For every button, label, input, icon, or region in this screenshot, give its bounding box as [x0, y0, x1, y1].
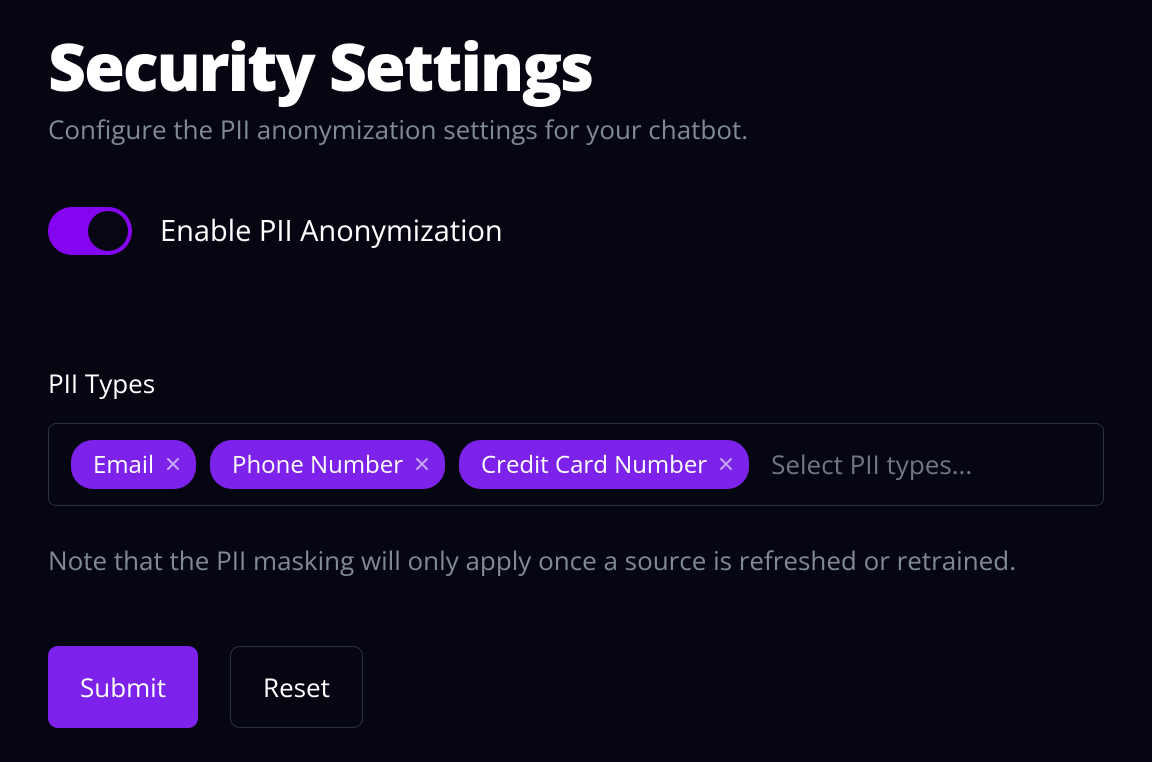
- submit-button[interactable]: Submit: [48, 646, 198, 728]
- remove-chip-icon[interactable]: [166, 457, 180, 471]
- toggle-knob: [88, 211, 128, 251]
- pii-type-chip-label: Credit Card Number: [481, 448, 707, 481]
- pii-type-chip: Credit Card Number: [459, 440, 749, 489]
- remove-chip-icon[interactable]: [415, 457, 429, 471]
- form-actions: Submit Reset: [48, 646, 1104, 728]
- pii-types-input[interactable]: [763, 442, 1081, 486]
- pii-anonymization-toggle-row: Enable PII Anonymization: [48, 207, 1104, 255]
- pii-anonymization-toggle[interactable]: [48, 207, 132, 255]
- page-subtitle: Configure the PII anonymization settings…: [48, 111, 1104, 147]
- reset-button[interactable]: Reset: [230, 646, 363, 728]
- pii-masking-note: Note that the PII masking will only appl…: [48, 542, 1104, 578]
- pii-type-chip: Phone Number: [210, 440, 445, 489]
- pii-type-chip-label: Phone Number: [232, 448, 403, 481]
- remove-chip-icon[interactable]: [719, 457, 733, 471]
- pii-type-chip: Email: [71, 440, 196, 489]
- pii-types-label: PII Types: [48, 365, 1104, 401]
- pii-types-multiselect[interactable]: Email Phone Number Credit Card Number: [48, 423, 1104, 506]
- page-title: Security Settings: [48, 30, 1104, 103]
- pii-type-chip-label: Email: [93, 448, 154, 481]
- pii-anonymization-toggle-label: Enable PII Anonymization: [160, 211, 503, 250]
